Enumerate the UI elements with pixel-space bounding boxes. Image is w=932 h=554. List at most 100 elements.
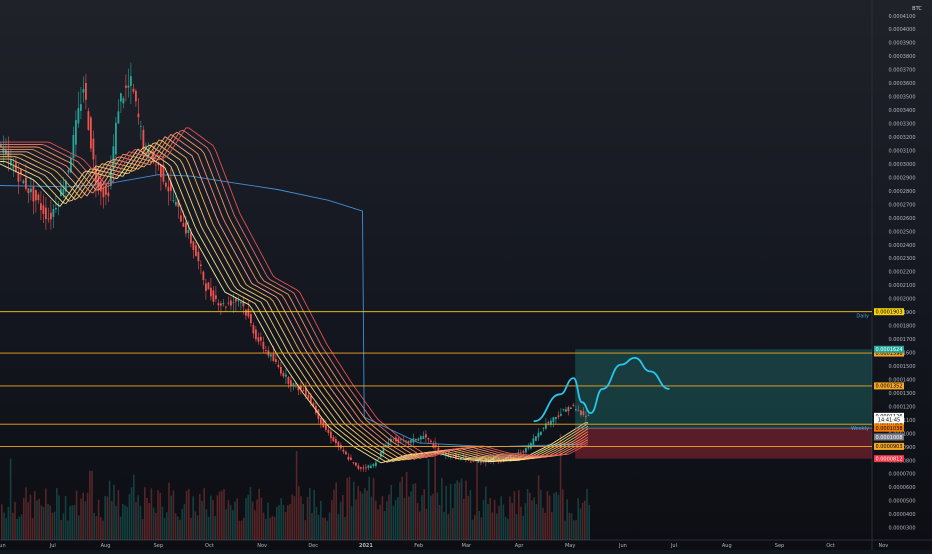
candle-body xyxy=(87,111,90,130)
volume-bar xyxy=(388,494,390,540)
volume-bar xyxy=(29,494,32,540)
volume-bar xyxy=(379,504,381,540)
candle-body xyxy=(80,104,82,111)
volume-bar xyxy=(93,512,95,540)
y-tick-label: 0.0001300 xyxy=(888,391,915,397)
volume-bar xyxy=(49,505,51,540)
volume-bar xyxy=(315,506,318,540)
volume-bar xyxy=(157,490,159,540)
volume-bar xyxy=(542,507,544,540)
volume-bar xyxy=(100,517,102,540)
candle-body xyxy=(420,436,422,440)
volume-bar xyxy=(12,512,14,540)
x-tick-label: Aug xyxy=(101,543,111,549)
volume-bar xyxy=(291,494,293,540)
volume-bar xyxy=(205,509,208,540)
volume-bar xyxy=(485,486,487,540)
volume-bar xyxy=(181,509,183,540)
volume-bar xyxy=(364,488,366,540)
candle-body xyxy=(547,422,550,424)
candle-body xyxy=(200,264,202,266)
volume-bar xyxy=(331,499,333,540)
candle-body xyxy=(532,438,535,446)
candle-body xyxy=(282,373,285,377)
volume-bar xyxy=(9,458,12,540)
y-tick-label: 0.0002900 xyxy=(888,175,915,181)
candle-body xyxy=(255,329,257,340)
volume-bar xyxy=(225,509,227,540)
price-chart[interactable]: BTC 0.0004100 0.0004000 0.0003900 0.0003800 0… xyxy=(0,0,932,550)
volume-bar xyxy=(524,503,527,540)
volume-bar xyxy=(69,505,71,540)
candle-body xyxy=(45,207,47,219)
candle-body xyxy=(182,223,185,227)
candle-body xyxy=(350,457,352,460)
y-tick-label: 0.0000500 xyxy=(888,499,915,505)
candle-body xyxy=(567,407,570,412)
candle-body xyxy=(535,436,537,441)
candle-body xyxy=(92,138,95,160)
candle-body xyxy=(235,298,237,302)
candle-body xyxy=(55,207,57,210)
volume-bar xyxy=(403,497,406,540)
candle-body xyxy=(470,461,472,463)
candle-body xyxy=(430,440,432,443)
volume-bar xyxy=(117,490,120,540)
volume-bar xyxy=(529,492,531,540)
volume-bar xyxy=(410,491,412,540)
volume-bar xyxy=(91,470,93,540)
volume-bar xyxy=(150,488,153,540)
candle-body xyxy=(190,232,192,244)
candle-body xyxy=(197,251,200,262)
price-label: 14:41:45 xyxy=(878,418,900,424)
volume-bar xyxy=(214,515,216,540)
y-tick-label: 0.0001700 xyxy=(888,337,915,343)
volume-bar xyxy=(432,493,434,540)
candle-body xyxy=(180,215,182,222)
candle-body xyxy=(437,447,440,451)
volume-bar xyxy=(581,502,584,540)
candle-body xyxy=(135,90,137,102)
volume-bar xyxy=(496,513,498,540)
candle-body xyxy=(245,309,247,316)
volume-bar xyxy=(269,517,271,540)
volume-bar xyxy=(383,510,386,540)
candle-body xyxy=(187,230,190,233)
volume-bar xyxy=(392,505,395,540)
volume-bar xyxy=(218,491,221,540)
volume-bar xyxy=(27,502,29,540)
volume-bar xyxy=(201,500,203,540)
candle-body xyxy=(227,302,230,304)
volume-bar xyxy=(282,505,285,540)
candle-body xyxy=(325,424,327,430)
candle-body xyxy=(27,188,30,194)
volume-bar xyxy=(38,498,40,540)
chart-root: BTC 0.0004100 0.0004000 0.0003900 0.0003800 0… xyxy=(0,0,932,550)
volume-bar xyxy=(564,520,566,540)
volume-bar xyxy=(445,485,447,540)
volume-bar xyxy=(227,500,230,540)
volume-bar xyxy=(573,520,575,540)
volume-bar xyxy=(243,517,245,540)
price-label: 0.0001624 xyxy=(875,347,902,353)
volume-bar xyxy=(430,495,432,540)
volume-bar xyxy=(207,516,210,540)
candle-body xyxy=(175,202,177,206)
volume-bar xyxy=(381,496,384,540)
y-tick-label: 0.0001800 xyxy=(888,324,915,330)
volume-bar xyxy=(287,505,289,540)
volume-bar xyxy=(568,512,571,540)
candle-body xyxy=(332,437,335,442)
candle-body xyxy=(352,462,355,463)
volume-bar xyxy=(124,505,126,540)
volume-bar xyxy=(216,495,219,540)
candle-body xyxy=(25,177,27,190)
volume-bar xyxy=(280,498,282,540)
volume-bar xyxy=(249,487,252,540)
volume-bar xyxy=(562,489,564,540)
x-tick-label: Sep xyxy=(154,543,163,549)
volume-bar xyxy=(159,492,161,540)
candle-body xyxy=(355,462,357,466)
candle-body xyxy=(215,295,217,299)
candle-body xyxy=(357,465,360,469)
